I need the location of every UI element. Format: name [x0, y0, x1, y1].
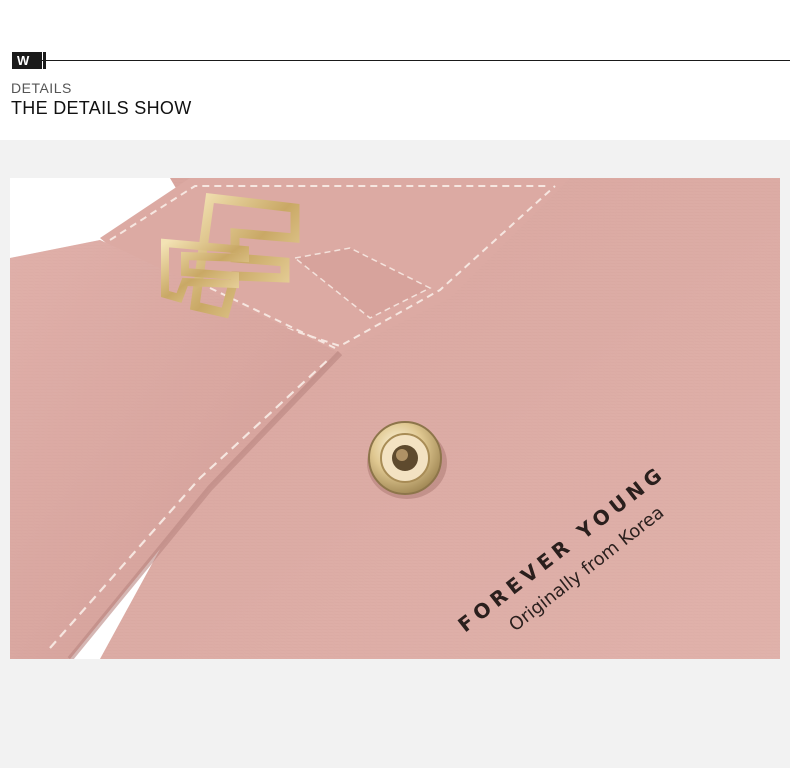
section-title: THE DETAILS SHOW — [11, 98, 192, 118]
header-band: W DETAILS THE DETAILS SHOW — [0, 0, 790, 140]
brand-logo: W — [12, 52, 42, 69]
category-label: DETAILS — [11, 80, 72, 96]
brand-logo-bar — [43, 52, 46, 69]
header-rule — [12, 60, 790, 61]
brand-logo-letter: W — [17, 53, 30, 68]
product-detail-photo: FOREVER YOUNG Originally from Korea — [10, 178, 780, 659]
